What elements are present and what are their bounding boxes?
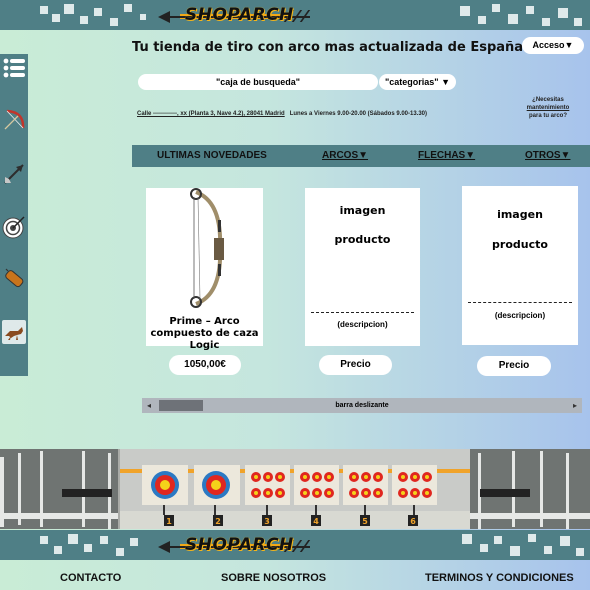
arrow-icon[interactable] bbox=[2, 162, 26, 186]
header-band: SHOPARCH bbox=[0, 0, 590, 30]
search-input[interactable]: "caja de busqueda" bbox=[138, 74, 378, 90]
image-placeholder-line2: producto bbox=[334, 233, 391, 246]
access-dropdown[interactable]: Acceso▼ bbox=[522, 37, 584, 54]
footer-band: SHOPARCH bbox=[0, 530, 590, 560]
product-name[interactable]: Prime – Arco compuesto de caza Logic bbox=[146, 316, 263, 352]
product-card[interactable]: imagen producto (descripcion) bbox=[462, 186, 578, 345]
category-nav: ULTIMAS NOVEDADES ARCOS▼ FLECHAS▼ OTROS▼ bbox=[132, 145, 590, 167]
scroll-left-icon[interactable]: ◂ bbox=[142, 398, 156, 413]
footer-contact-link[interactable]: CONTACTO bbox=[60, 572, 121, 584]
compound-bow-image bbox=[190, 188, 224, 308]
product-price: Precio bbox=[477, 356, 551, 376]
address-link[interactable]: Calle ------------, xx (Planta 3, Nave 4… bbox=[137, 111, 285, 117]
image-placeholder-line1: imagen bbox=[339, 204, 386, 217]
target-icon[interactable] bbox=[2, 215, 26, 239]
logo-text: SHOPARCH bbox=[185, 535, 294, 555]
opening-hours: Lunes a Viernes 9.00-20.00 (Sábados 9.00… bbox=[289, 111, 428, 117]
archery-range-banner: 1 2 3 4 5 6 bbox=[0, 449, 590, 529]
footer-terms-link[interactable]: TERMINOS Y CONDICIONES bbox=[425, 572, 574, 584]
menu-icon[interactable] bbox=[2, 56, 26, 80]
product-description: (descripcion) bbox=[494, 311, 546, 320]
product-card[interactable]: imagen producto (descripcion) bbox=[305, 188, 420, 346]
logo-text: SHOPARCH bbox=[185, 5, 294, 25]
lane-number: 2 bbox=[215, 517, 221, 526]
nav-others[interactable]: OTROS▼ bbox=[525, 150, 570, 161]
image-placeholder-line1: imagen bbox=[497, 208, 543, 221]
help-text-1: ¿Necesitas bbox=[532, 97, 564, 103]
fox-icon[interactable] bbox=[2, 320, 26, 344]
product-price: Precio bbox=[319, 355, 392, 375]
maintenance-link[interactable]: mantenimiento bbox=[520, 104, 576, 112]
product-price: 1050,00€ bbox=[169, 355, 241, 375]
page-title: Tu tienda de tiro con arco mas actualiza… bbox=[132, 40, 524, 55]
product-card[interactable]: Prime – Arco compuesto de caza Logic bbox=[146, 188, 263, 351]
scroll-right-icon[interactable]: ▸ bbox=[568, 398, 582, 413]
category-dropdown[interactable]: "categorias" ▼ bbox=[379, 74, 456, 90]
lane-number: 3 bbox=[264, 517, 270, 526]
bow-icon[interactable] bbox=[2, 108, 26, 132]
product-description: (descripcion) bbox=[337, 320, 388, 329]
scrollbar-thumb[interactable] bbox=[159, 400, 203, 411]
nav-arrows[interactable]: FLECHAS▼ bbox=[418, 150, 475, 161]
maintenance-help: ¿Necesitas mantenimiento para tu arco? bbox=[520, 96, 576, 120]
lane-number: 5 bbox=[362, 517, 368, 526]
store-info: Calle ------------, xx (Planta 3, Nave 4… bbox=[137, 111, 427, 117]
brand-logo[interactable]: SHOPARCH bbox=[158, 4, 321, 28]
nav-latest[interactable]: ULTIMAS NOVEDADES bbox=[157, 150, 267, 161]
image-placeholder-line2: producto bbox=[492, 238, 548, 251]
sidebar bbox=[0, 54, 28, 376]
lane-number: 6 bbox=[410, 517, 416, 526]
divider bbox=[311, 312, 414, 313]
help-text-3: para tu arco? bbox=[528, 113, 567, 119]
lane-number: 1 bbox=[166, 517, 172, 526]
scrollbar-label: barra deslizante bbox=[335, 402, 389, 409]
lane-number: 4 bbox=[313, 517, 319, 526]
divider bbox=[468, 302, 572, 303]
quiver-icon[interactable] bbox=[2, 267, 26, 291]
footer-logo[interactable]: SHOPARCH bbox=[158, 534, 321, 558]
nav-bows[interactable]: ARCOS▼ bbox=[322, 150, 368, 161]
footer-about-link[interactable]: SOBRE NOSOTROS bbox=[221, 572, 326, 584]
product-scrollbar[interactable]: barra deslizante ◂ ▸ bbox=[142, 398, 582, 413]
